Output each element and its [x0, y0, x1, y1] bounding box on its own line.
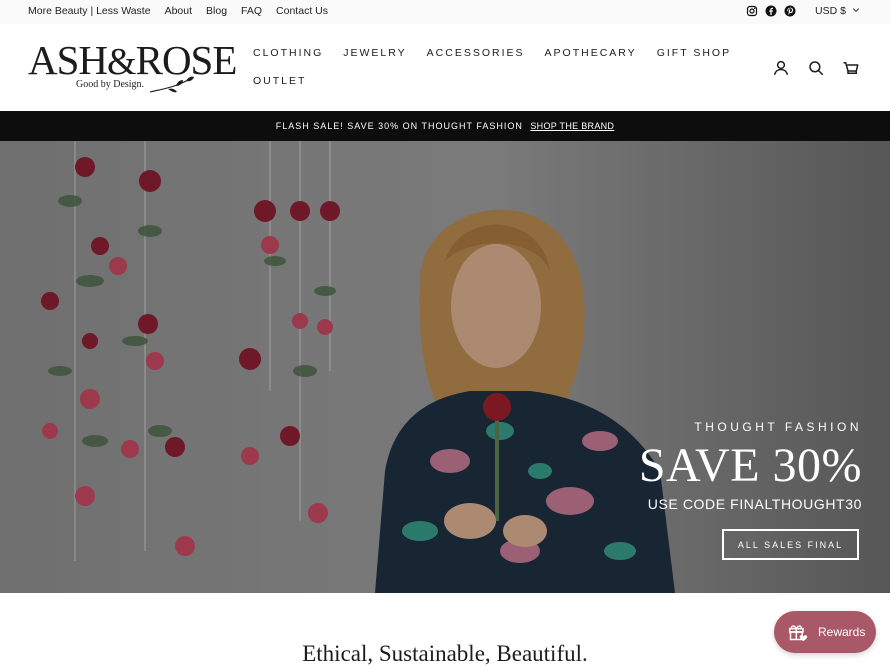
nav-row: CLOTHING JEWELRY ACCESSORIES APOTHECARY …	[243, 39, 729, 67]
main-nav: CLOTHING JEWELRY ACCESSORIES APOTHECARY …	[243, 39, 729, 95]
utility-bar: More Beauty | Less Waste About Blog FAQ …	[0, 0, 890, 24]
chevron-down-icon	[852, 5, 860, 17]
facebook-icon[interactable]	[765, 5, 777, 17]
logo[interactable]: ASH&ROSE Good by Design.	[28, 37, 237, 96]
hero-cta-button[interactable]: ALL SALES FINAL	[722, 529, 859, 560]
nav-item-clothing[interactable]: CLOTHING	[243, 47, 333, 59]
nav-item-outlet[interactable]: OUTLET	[243, 75, 316, 87]
announcement-link[interactable]: SHOP THE BRAND	[530, 121, 614, 131]
announcement-bar: FLASH SALE! SAVE 30% ON THOUGHT FASHION …	[0, 111, 890, 141]
announcement-text: FLASH SALE! SAVE 30% ON THOUGHT FASHION	[275, 121, 523, 131]
hero-banner[interactable]: THOUGHT FASHION SAVE 30% USE CODE FINALT…	[0, 141, 890, 593]
utility-link-faq[interactable]: FAQ	[241, 5, 262, 17]
site-header: ASH&ROSE Good by Design. CLOTHING JEWELR…	[0, 24, 890, 111]
currency-selector[interactable]: USD $	[815, 5, 860, 17]
nav-item-accessories[interactable]: ACCESSORIES	[417, 47, 535, 59]
instagram-icon[interactable]	[746, 5, 758, 17]
social-links	[746, 5, 796, 17]
section-heading: Ethical, Sustainable, Beautiful.	[302, 641, 588, 666]
nav-row: OUTLET	[243, 67, 713, 95]
nav-item-apothecary[interactable]: APOTHECARY	[535, 47, 647, 59]
search-icon[interactable]	[807, 59, 825, 77]
currency-label: USD $	[815, 5, 846, 17]
utility-link-about[interactable]: About	[165, 5, 192, 17]
rewards-label: Rewards	[818, 625, 866, 639]
hero-text: THOUGHT FASHION SAVE 30% USE CODE FINALT…	[639, 420, 862, 512]
hero-kicker: THOUGHT FASHION	[694, 420, 862, 434]
utility-links: More Beauty | Less Waste About Blog FAQ …	[28, 5, 328, 17]
header-icons	[772, 59, 860, 77]
utility-link-tagline[interactable]: More Beauty | Less Waste	[28, 5, 151, 17]
gift-heart-icon	[788, 622, 808, 642]
nav-item-gift-shop[interactable]: GIFT SHOP	[647, 47, 741, 59]
rewards-button[interactable]: Rewards	[774, 611, 876, 653]
utility-link-blog[interactable]: Blog	[206, 5, 227, 17]
logo-wordmark: ASH&ROSE	[28, 37, 237, 83]
nav-item-jewelry[interactable]: JEWELRY	[333, 47, 416, 59]
hero-promo-code: USE CODE FINALTHOUGHT30	[647, 496, 862, 512]
hero-image	[0, 141, 890, 593]
cart-icon[interactable]	[842, 59, 860, 77]
rose-sprig-icon	[149, 76, 194, 93]
pinterest-icon[interactable]	[784, 5, 796, 17]
utility-link-contact[interactable]: Contact Us	[276, 5, 328, 17]
logo-tagline: Good by Design.	[76, 79, 145, 90]
hero-title: SAVE 30%	[638, 439, 862, 492]
account-icon[interactable]	[772, 59, 790, 77]
